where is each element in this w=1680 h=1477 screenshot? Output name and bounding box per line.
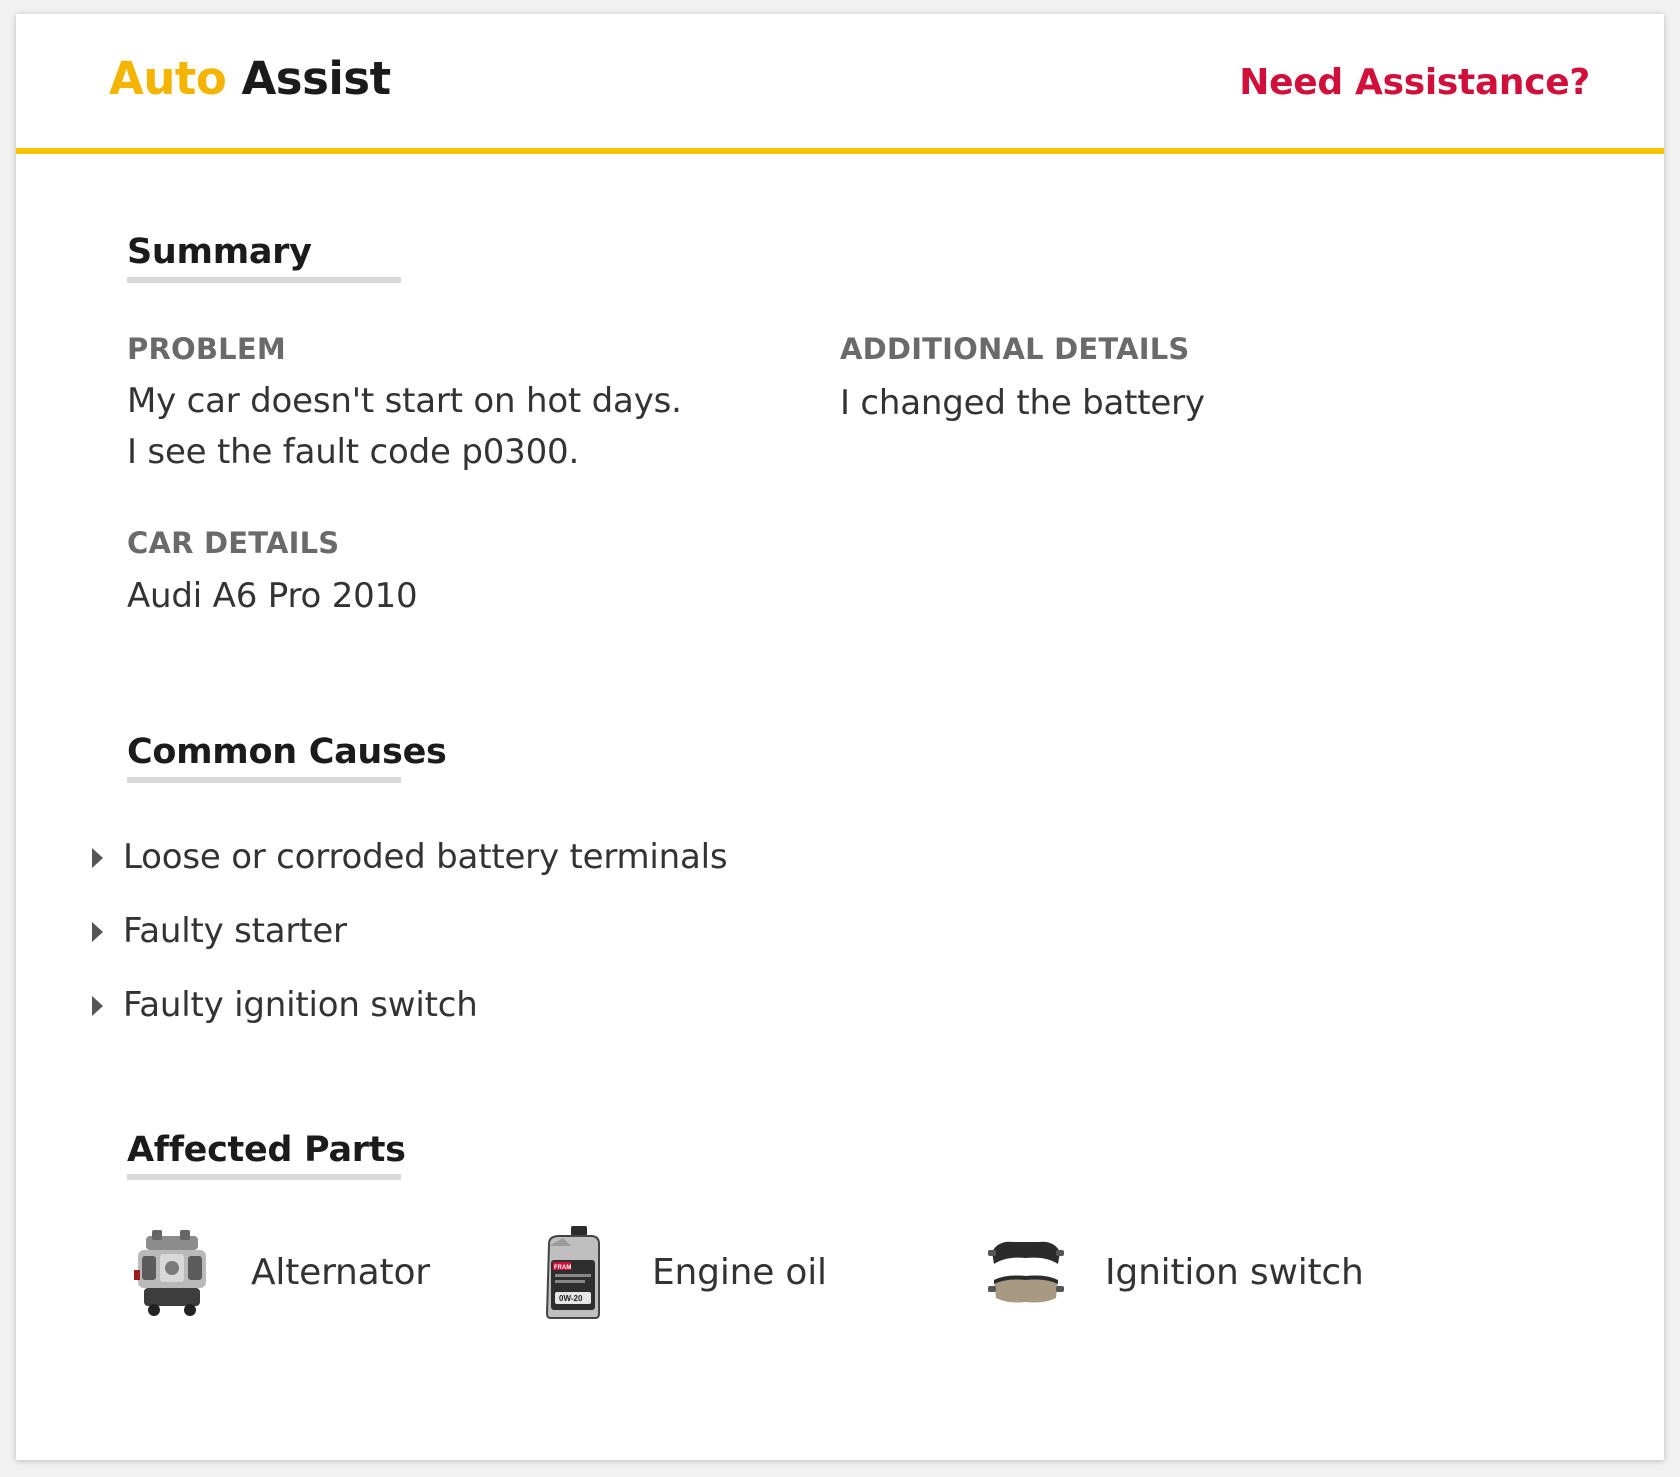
cause-label: Loose or corroded battery terminals bbox=[123, 837, 728, 877]
summary-heading: Summary bbox=[127, 232, 312, 272]
part-alternator[interactable]: Alternator bbox=[127, 1222, 430, 1322]
part-engine-oil[interactable]: FRAM 0W-20 Engine oil bbox=[528, 1222, 827, 1322]
caret-right-icon bbox=[92, 996, 103, 1016]
additional-details-text: I changed the battery bbox=[840, 383, 1205, 423]
oil-brand-text: FRAM bbox=[554, 1265, 571, 1271]
part-label: Engine oil bbox=[652, 1251, 827, 1293]
app-header: Auto Assist Need Assistance? bbox=[16, 14, 1664, 154]
oil-grade-text: 0W-20 bbox=[559, 1294, 583, 1303]
oil-jug-icon: FRAM 0W-20 bbox=[528, 1222, 618, 1322]
engine-icon bbox=[127, 1222, 217, 1322]
brand-main-text: Assist bbox=[241, 52, 391, 105]
problem-line-1: My car doesn't start on hot days. bbox=[127, 381, 682, 421]
summary-underline bbox=[127, 277, 401, 283]
caret-right-icon bbox=[92, 848, 103, 868]
problem-label: PROBLEM bbox=[127, 332, 286, 366]
cause-item[interactable]: Faulty starter bbox=[92, 906, 347, 956]
problem-text: My car doesn't start on hot days. I see … bbox=[127, 376, 682, 478]
part-ignition-switch[interactable]: Ignition switch bbox=[981, 1222, 1364, 1322]
common-causes-heading: Common Causes bbox=[127, 732, 447, 772]
brake-pads-icon bbox=[981, 1222, 1071, 1322]
car-details-text: Audi A6 Pro 2010 bbox=[127, 576, 418, 616]
brand-logo[interactable]: Auto Assist bbox=[109, 52, 391, 105]
cause-item[interactable]: Loose or corroded battery terminals bbox=[92, 832, 728, 882]
common-causes-underline bbox=[127, 777, 401, 783]
additional-details-label: ADDITIONAL DETAILS bbox=[840, 332, 1190, 366]
cause-label: Faulty ignition switch bbox=[123, 985, 478, 1025]
cause-item[interactable]: Faulty ignition switch bbox=[92, 980, 478, 1030]
main-card: Auto Assist Need Assistance? Summary PRO… bbox=[16, 14, 1664, 1460]
part-label: Ignition switch bbox=[1105, 1251, 1364, 1293]
affected-parts-underline bbox=[127, 1174, 401, 1180]
car-details-label: CAR DETAILS bbox=[127, 526, 340, 560]
affected-parts-heading: Affected Parts bbox=[127, 1130, 406, 1170]
problem-line-2: I see the fault code p0300. bbox=[127, 432, 580, 472]
part-label: Alternator bbox=[251, 1251, 430, 1293]
caret-right-icon bbox=[92, 922, 103, 942]
brand-accent-text: Auto bbox=[109, 52, 227, 105]
need-assistance-link[interactable]: Need Assistance? bbox=[1239, 62, 1590, 103]
cause-label: Faulty starter bbox=[123, 911, 347, 951]
